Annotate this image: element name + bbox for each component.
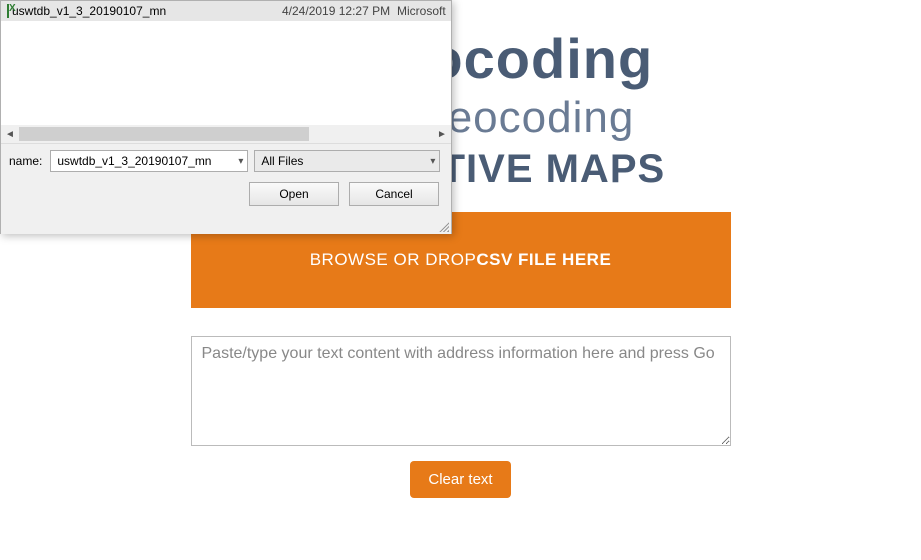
filename-value: uswtdb_v1_3_20190107_mn (57, 154, 211, 168)
dialog-bottom-bar: name: uswtdb_v1_3_20190107_mn ▾ All File… (1, 143, 451, 234)
dropzone-bold: CSV FILE HERE (476, 250, 611, 270)
horizontal-scrollbar[interactable]: ◄ ► (1, 125, 451, 143)
scrollbar-thumb[interactable] (19, 127, 309, 141)
file-name: uswtdb_v1_3_20190107_mn (12, 4, 282, 18)
scrollbar-track[interactable] (19, 126, 433, 142)
filename-input[interactable]: uswtdb_v1_3_20190107_mn ▾ (50, 150, 248, 172)
chevron-down-icon[interactable]: ▾ (430, 156, 435, 167)
file-type: Microsoft (397, 4, 446, 18)
file-list[interactable]: uswtdb_v1_3_20190107_mn 4/24/2019 12:27 … (1, 1, 451, 143)
file-type-filter[interactable]: All Files ▾ (254, 150, 440, 172)
file-open-dialog: uswtdb_v1_3_20190107_mn 4/24/2019 12:27 … (0, 0, 452, 234)
clear-wrap: Clear text (0, 461, 921, 498)
address-textarea-wrap (191, 336, 731, 451)
dropzone-prefix: BROWSE OR DROP (310, 250, 477, 270)
scroll-right-icon[interactable]: ► (433, 125, 451, 143)
scroll-left-icon[interactable]: ◄ (1, 125, 19, 143)
address-textarea[interactable] (191, 336, 731, 446)
chevron-down-icon[interactable]: ▾ (238, 156, 243, 167)
resize-grip-icon[interactable] (437, 220, 449, 232)
file-row[interactable]: uswtdb_v1_3_20190107_mn 4/24/2019 12:27 … (1, 1, 451, 21)
filename-label: name: (9, 154, 42, 168)
filter-value: All Files (261, 154, 303, 168)
cancel-button[interactable]: Cancel (349, 182, 439, 206)
open-button[interactable]: Open (249, 182, 339, 206)
file-date: 4/24/2019 12:27 PM (282, 4, 397, 18)
clear-text-button[interactable]: Clear text (410, 461, 510, 498)
